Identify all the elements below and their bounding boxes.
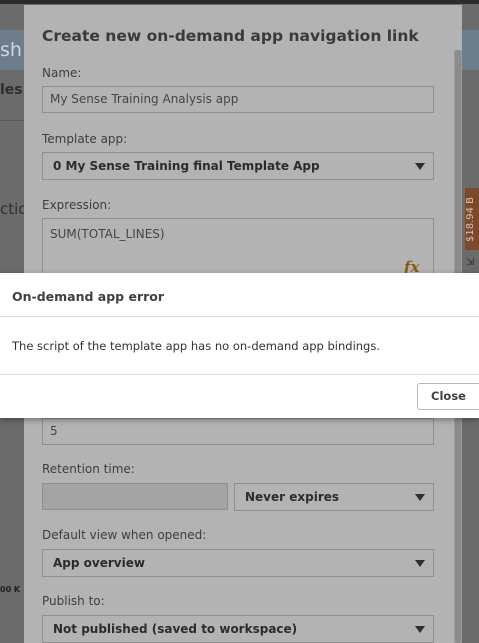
- background-divider: [0, 120, 24, 121]
- retention-time-label: Retention time:: [42, 462, 135, 476]
- error-dialog: On-demand app error The script of the te…: [0, 273, 479, 418]
- background-title-fragment: sh: [0, 39, 22, 61]
- retention-time-select[interactable]: Never expires: [234, 483, 434, 511]
- chevron-down-icon: [415, 163, 425, 170]
- dialog-title: Create new on-demand app navigation link: [42, 27, 419, 45]
- top-edge: [0, 0, 479, 4]
- expression-value: SUM(TOTAL_LINES): [50, 227, 165, 241]
- default-view-label: Default view when opened:: [42, 528, 207, 542]
- retention-time-input[interactable]: [42, 483, 228, 510]
- chevron-down-icon: [415, 626, 425, 633]
- error-footer-divider: [0, 374, 479, 375]
- publish-to-label: Publish to:: [42, 594, 105, 608]
- background-bar-label: $18.94 B: [465, 196, 476, 242]
- retention-time-selected: Never expires: [245, 490, 340, 504]
- name-label: Name:: [42, 66, 82, 80]
- error-message: The script of the template app has no on…: [12, 339, 381, 353]
- chevron-down-icon: [415, 494, 425, 501]
- background-text-fragment: les: [0, 82, 23, 98]
- max-generated-apps-input[interactable]: 5: [42, 418, 434, 445]
- background-title-bar: sh: [0, 30, 24, 70]
- background-axis-label: 00 K: [0, 585, 21, 594]
- close-button[interactable]: Close: [417, 383, 479, 410]
- error-title-divider: [0, 316, 479, 317]
- publish-to-selected: Not published (saved to workspace): [53, 622, 298, 636]
- template-app-selected: 0 My Sense Training final Template App: [53, 159, 320, 173]
- default-view-selected: App overview: [53, 556, 145, 570]
- publish-to-select[interactable]: Not published (saved to workspace): [42, 615, 434, 643]
- chevron-down-icon: [415, 560, 425, 567]
- default-view-select[interactable]: App overview: [42, 549, 434, 577]
- template-app-select[interactable]: 0 My Sense Training final Template App: [42, 152, 434, 180]
- name-input[interactable]: My Sense Training Analysis app: [42, 86, 434, 113]
- expression-label: Expression:: [42, 198, 112, 212]
- error-dialog-title: On-demand app error: [12, 289, 165, 304]
- background-title-bar-right: [462, 30, 479, 70]
- template-app-label: Template app:: [42, 132, 128, 146]
- background-expand-icon: ⇲: [466, 257, 475, 268]
